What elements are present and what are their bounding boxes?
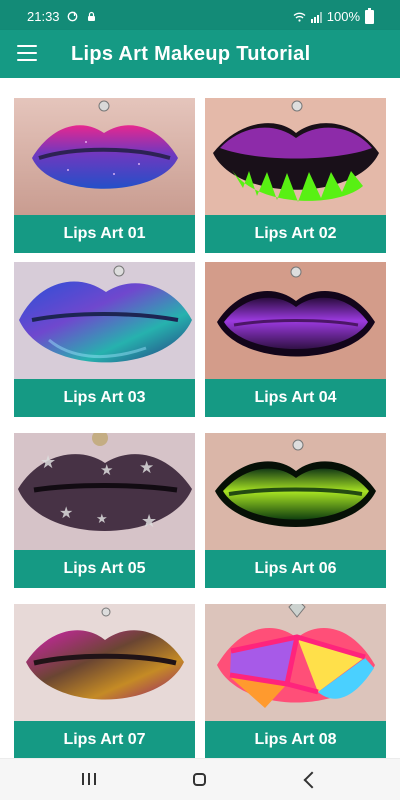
tutorial-grid[interactable]: Lips Art 01 Lips Art 02 Lips Art 03 Lips…: [0, 78, 400, 758]
status-right: 100%: [293, 7, 374, 24]
recent-apps-icon-line-2: [88, 773, 90, 785]
system-navigation-bar: [0, 758, 400, 800]
recent-apps-icon-line-1: [82, 773, 84, 785]
lock-icon: [87, 11, 95, 21]
svg-text:★: ★: [59, 503, 73, 522]
tutorial-card-02[interactable]: Lips Art 02: [205, 98, 386, 253]
battery-icon: [365, 7, 374, 24]
back-icon: [303, 771, 321, 789]
tutorial-label-05: Lips Art 05: [14, 550, 195, 588]
tutorial-label-08: Lips Art 08: [205, 721, 386, 758]
tutorial-image-05: ★ ★ ★ ★ ★ ★: [14, 433, 195, 553]
menu-icon-line-bottom: [17, 59, 37, 61]
tutorial-image-02: [205, 98, 386, 218]
app-title: Lips Art Makeup Tutorial: [71, 43, 311, 65]
svg-text:★: ★: [40, 452, 56, 473]
signal-icon: [310, 11, 322, 23]
screen: 21:33 100% Lips Art Makeup Tutorial Lips…: [0, 0, 400, 800]
svg-text:★: ★: [100, 461, 113, 479]
status-left: 21:33: [27, 9, 98, 24]
sync-icon: [67, 11, 77, 22]
app-bar: Lips Art Makeup Tutorial: [0, 30, 400, 78]
tutorial-card-08[interactable]: Lips Art 08: [205, 604, 386, 758]
status-bar: 21:33 100%: [0, 0, 400, 30]
tutorial-image-08: [205, 604, 386, 724]
menu-icon-line-top: [17, 45, 37, 47]
tutorial-image-01: [14, 98, 195, 218]
tutorial-label-02: Lips Art 02: [205, 215, 386, 253]
menu-icon-line-middle: [17, 52, 37, 54]
tutorial-card-03[interactable]: Lips Art 03: [14, 262, 195, 417]
tutorial-card-07[interactable]: Lips Art 07: [14, 604, 195, 758]
wifi-icon: [293, 12, 306, 22]
tutorial-label-06: Lips Art 06: [205, 550, 386, 588]
tutorial-card-05[interactable]: ★ ★ ★ ★ ★ ★ Lips Art 05: [14, 433, 195, 588]
tutorial-image-06: [205, 433, 386, 553]
menu-button[interactable]: [17, 45, 37, 61]
tutorial-image-03: [14, 262, 195, 382]
tutorial-card-04[interactable]: Lips Art 04: [205, 262, 386, 417]
tutorial-card-06[interactable]: Lips Art 06: [205, 433, 386, 588]
tutorial-image-07: [14, 604, 195, 724]
svg-text:★: ★: [141, 511, 157, 532]
home-icon: [193, 773, 206, 786]
svg-text:★: ★: [139, 458, 154, 478]
home-button[interactable]: [183, 767, 217, 793]
battery-percent: 100%: [326, 9, 360, 24]
recent-apps-button[interactable]: [72, 767, 106, 793]
tutorial-image-04: [205, 262, 386, 382]
tutorial-label-03: Lips Art 03: [14, 379, 195, 417]
back-button[interactable]: [294, 767, 328, 793]
recent-apps-icon-line-3: [94, 773, 96, 785]
svg-text:★: ★: [96, 512, 108, 527]
tutorial-label-01: Lips Art 01: [14, 215, 195, 253]
status-time: 21:33: [27, 9, 60, 24]
tutorial-card-01[interactable]: Lips Art 01: [14, 98, 195, 253]
tutorial-label-04: Lips Art 04: [205, 379, 386, 417]
tutorial-label-07: Lips Art 07: [14, 721, 195, 758]
